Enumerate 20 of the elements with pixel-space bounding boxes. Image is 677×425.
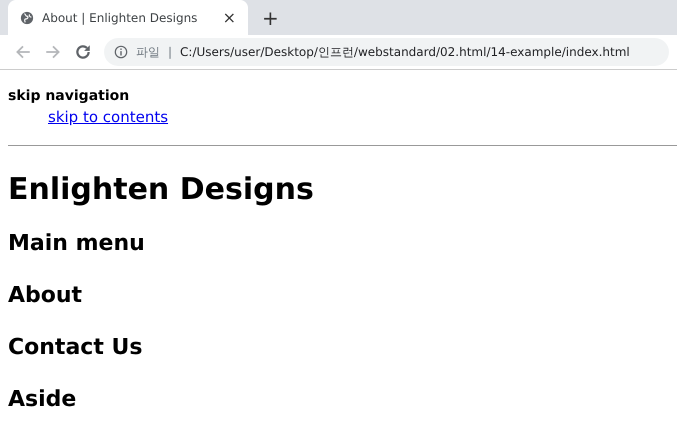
separator-text: | xyxy=(168,44,172,61)
address-bar[interactable]: 파일 | C:/Users/user/Desktop/인프런/webstandard/02.html/14-example/index.html xyxy=(104,38,669,66)
tab-title: About | Enlighten Designs xyxy=(42,10,198,26)
back-arrow-icon xyxy=(14,43,32,61)
page-title: Enlighten Designs xyxy=(8,172,315,208)
section-heading: About xyxy=(8,283,84,309)
new-tab-button[interactable]: + xyxy=(256,8,285,28)
browser-tab[interactable]: About | Enlighten Designs × xyxy=(8,0,248,35)
scheme-label: 파일 xyxy=(136,44,160,61)
close-tab-button[interactable]: × xyxy=(220,10,238,26)
section-heading: Contact Us xyxy=(8,335,144,361)
skip-link[interactable]: skip to contents xyxy=(48,108,168,126)
forward-arrow-icon xyxy=(44,43,62,61)
section-heading: Aside xyxy=(8,387,78,413)
globe-icon xyxy=(20,10,34,24)
skip-heading: skip navigation xyxy=(8,87,130,105)
info-icon xyxy=(114,45,128,59)
reload-icon xyxy=(74,43,92,61)
url-text: C:/Users/user/Desktop/인프런/webstandard/02.html/14-example/index.html xyxy=(180,44,630,61)
section-heading: Main menu xyxy=(8,231,146,257)
